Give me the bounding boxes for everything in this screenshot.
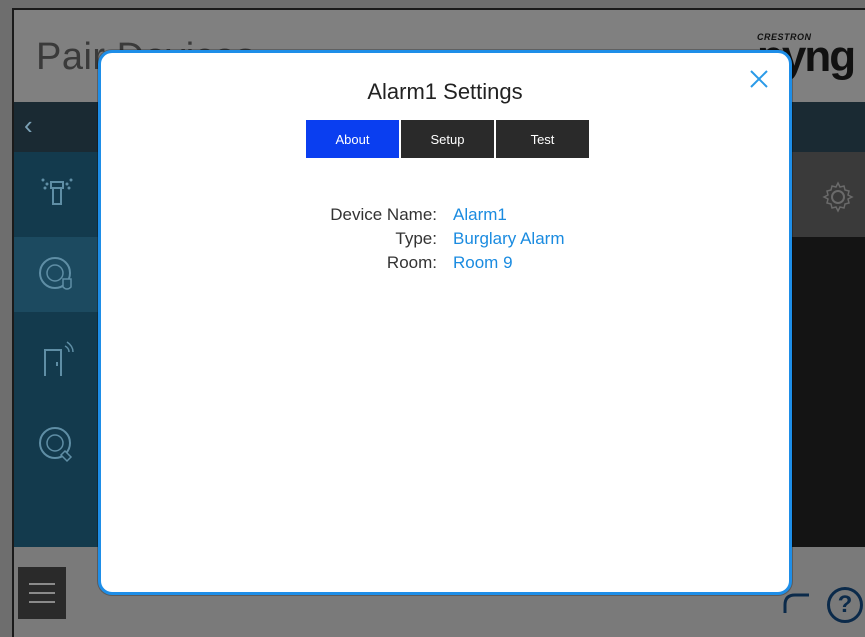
sidebar-item-sprinkler[interactable] [14, 152, 99, 227]
sidebar-item-door-sensor[interactable] [14, 322, 99, 397]
type-label: Type: [395, 229, 437, 248]
keypad-icon [38, 426, 72, 462]
modal-title: Alarm1 Settings [367, 79, 523, 104]
back-chevron-icon[interactable]: ‹ [24, 110, 33, 141]
help-button[interactable]: ? [827, 587, 863, 623]
sprinkler-icon [41, 178, 72, 205]
gear-icon[interactable] [821, 180, 855, 214]
tab-setup[interactable]: Setup [401, 120, 494, 158]
close-icon[interactable] [747, 67, 771, 91]
room-value: Room 9 [453, 253, 513, 272]
info-row-device-name: Device Name: Alarm1 [101, 205, 789, 229]
door-sensor-icon [43, 340, 74, 376]
menu-button[interactable] [18, 567, 66, 619]
info-row-room: Room: Room 9 [101, 253, 789, 277]
type-value: Burglary Alarm [453, 229, 565, 248]
alarm-panel-icon [38, 256, 72, 290]
sidebar-item-keypad[interactable] [14, 407, 99, 482]
tab-test[interactable]: Test [496, 120, 589, 158]
settings-modal: Alarm1 Settings About Setup Test Device … [98, 50, 792, 595]
settings-tabs: About Setup Test [306, 120, 589, 158]
sidebar-item-alarm[interactable] [14, 237, 99, 312]
share-icon[interactable] [781, 591, 811, 617]
info-row-type: Type: Burglary Alarm [101, 229, 789, 253]
hamburger-line [29, 583, 55, 585]
device-name-label: Device Name: [330, 205, 437, 224]
room-label: Room: [386, 253, 437, 272]
tab-about[interactable]: About [306, 120, 399, 158]
device-name-value: Alarm1 [453, 205, 507, 224]
device-info: Device Name: Alarm1 Type: Burglary Alarm… [101, 205, 789, 277]
device-sidebar [14, 152, 99, 547]
hamburger-line [29, 592, 55, 594]
hamburger-line [29, 601, 55, 603]
